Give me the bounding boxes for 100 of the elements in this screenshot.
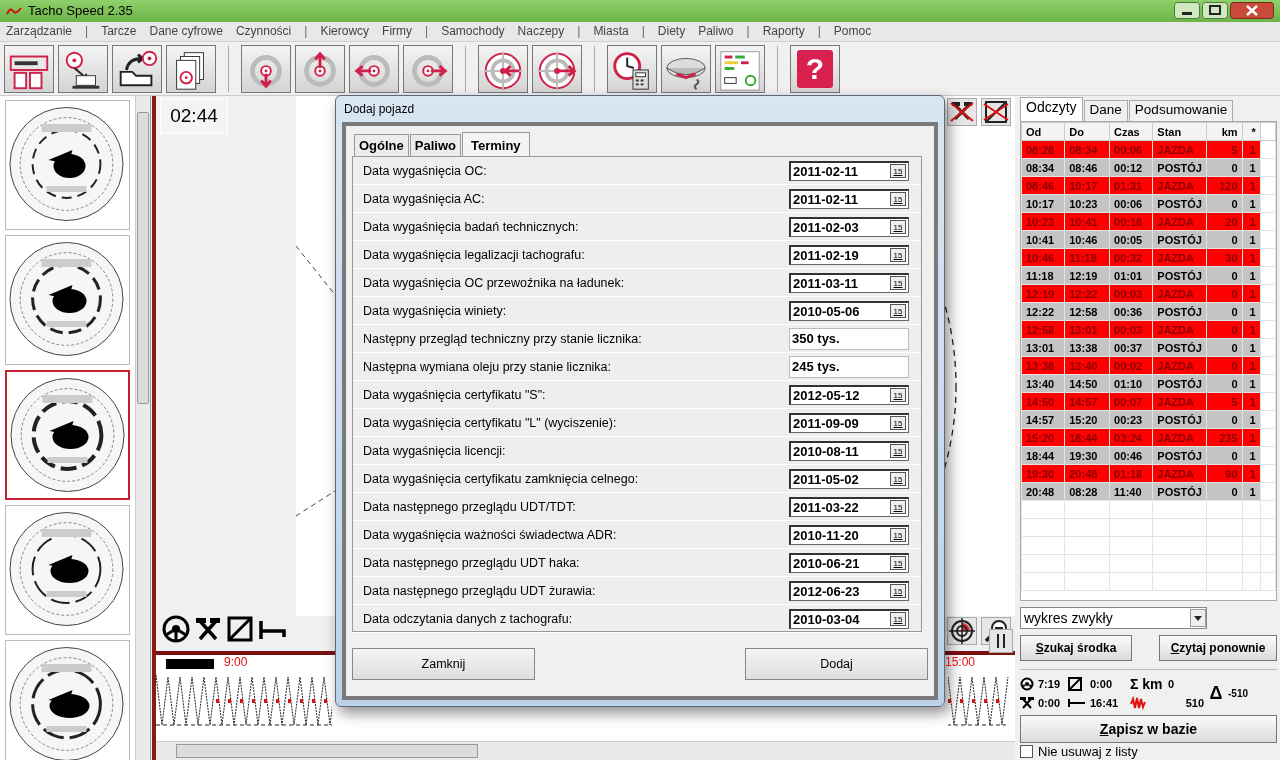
vertical-scrollbar[interactable] <box>135 96 150 760</box>
hammers-icon[interactable] <box>194 615 222 643</box>
field-label: Data wygaśnięcia legalizacji tachografu: <box>363 247 585 262</box>
tab[interactable]: Ogólne <box>354 134 409 156</box>
menu-item[interactable]: Zarządzanie <box>6 24 73 39</box>
menu-item[interactable]: Kierowcy <box>320 24 370 39</box>
calendar-button[interactable]: 15 <box>890 276 906 290</box>
date-value: 2011-09-09 <box>793 415 859 431</box>
date-value: 2011-03-11 <box>793 275 859 291</box>
date-field[interactable]: 2011-02-11 15 <box>789 160 909 181</box>
search-center-button[interactable]: Szukaj środka <box>1020 635 1132 661</box>
calendar-button[interactable]: 15 <box>890 220 906 234</box>
menu-item[interactable]: Samochody <box>441 24 505 39</box>
input-field[interactable]: 245 tys. <box>789 355 909 378</box>
work-time: 0:00 <box>1038 697 1062 709</box>
tab[interactable]: Terminy <box>461 132 530 156</box>
target-icon[interactable] <box>949 618 975 644</box>
calendar-button[interactable]: 15 <box>890 192 906 206</box>
crossed-box-icon[interactable] <box>226 615 254 643</box>
calendar-button[interactable]: 15 <box>890 528 906 542</box>
menu-item[interactable]: Firmy <box>382 24 413 39</box>
horizontal-scrollbar[interactable] <box>156 741 1015 760</box>
help-button[interactable]: ? <box>790 44 840 93</box>
field-label: Data następnego przeglądu UDT/TDT: <box>363 499 576 514</box>
date-field[interactable]: 2011-02-11 15 <box>789 188 909 209</box>
calendar-button[interactable]: 15 <box>890 388 906 402</box>
pause-button[interactable] <box>989 629 1013 653</box>
close-button[interactable]: Zamknij <box>352 648 535 680</box>
tab[interactable]: Podsumowanie <box>1128 100 1234 121</box>
column-header: Od <box>1021 122 1065 141</box>
calendar-button[interactable]: 15 <box>890 500 906 514</box>
field-label: Data następnego przeglądu UDT haka: <box>363 555 580 570</box>
checkbox[interactable] <box>1020 745 1033 758</box>
date-value: 2012-05-12 <box>793 387 860 403</box>
input-field[interactable]: 350 tys. <box>789 327 909 350</box>
minimize-icon[interactable] <box>1174 2 1200 20</box>
column-header: Do <box>1064 122 1110 141</box>
tab[interactable]: Odczyty <box>1020 97 1083 121</box>
distance-label: Σ km <box>1130 676 1164 692</box>
column-header: km <box>1206 122 1243 141</box>
driving-time: 7:19 <box>1038 678 1062 690</box>
date-field[interactable]: 2012-05-12 15 <box>789 384 909 405</box>
menu-item[interactable]: Czynności <box>235 24 292 39</box>
tab[interactable]: Paliwo <box>409 134 461 156</box>
field-label: Data wygaśnięcia badań technicznych: <box>363 219 579 234</box>
date-value: 2010-06-21 <box>793 555 860 571</box>
calendar-button[interactable]: 15 <box>890 556 906 570</box>
date-field[interactable]: 2012-06-23 15 <box>789 580 909 601</box>
calendar-button[interactable]: 15 <box>890 248 906 262</box>
time-label: 9:00 <box>224 655 248 669</box>
waveform-icon <box>1130 696 1146 710</box>
close-icon[interactable] <box>1230 2 1274 20</box>
date-field[interactable]: 2010-06-21 15 <box>789 552 909 573</box>
date-field[interactable]: 2011-03-11 15 <box>789 272 909 293</box>
calendar-button[interactable]: 15 <box>890 444 906 458</box>
menu-item[interactable]: Dane cyfrowe <box>149 24 223 39</box>
date-field[interactable]: 2010-05-06 15 <box>789 300 909 321</box>
field-label: Następny przegląd techniczny przy stanie licznika: <box>363 331 642 346</box>
tab[interactable]: Dane <box>1083 100 1128 121</box>
date-value: 2011-02-11 <box>793 191 859 207</box>
reread-button[interactable]: Czytaj ponownie <box>1159 635 1277 661</box>
date-field[interactable]: 2011-02-03 15 <box>789 216 909 237</box>
date-field[interactable]: 2011-09-09 15 <box>789 412 909 433</box>
add-button[interactable]: Dodaj <box>745 648 928 680</box>
delta-label: Δ <box>1208 682 1224 704</box>
calendar-button[interactable]: 15 <box>890 416 906 430</box>
steering-wheel-icon[interactable] <box>162 615 190 643</box>
date-field[interactable]: 2010-03-04 15 <box>789 608 909 629</box>
date-value: 2011-02-03 <box>793 219 859 235</box>
date-field[interactable]: 2011-03-22 15 <box>789 496 909 517</box>
calendar-button[interactable]: 15 <box>890 584 906 598</box>
date-value: 2011-05-02 <box>793 471 859 487</box>
field-label: Data odczytania danych z tachografu: <box>363 611 573 626</box>
field-label: Data następnego przeglądu UDT żurawia: <box>363 583 596 598</box>
date-field[interactable]: 2010-11-20 15 <box>789 524 909 545</box>
field-label: Data wygaśnięcia certyfikatu "S": <box>363 387 546 402</box>
chart-type-dropdown[interactable]: wykres zwykły <box>1020 607 1207 629</box>
menu-item[interactable]: Pomoc <box>833 24 872 39</box>
menu-item[interactable]: Paliwo <box>698 24 734 39</box>
crossed-out-hammers-icon[interactable] <box>949 99 975 125</box>
crossed-out-box-icon[interactable] <box>983 99 1009 125</box>
menu-separator: | <box>746 24 750 39</box>
menu-item[interactable]: Tarcze <box>101 24 137 39</box>
save-button[interactable]: Zapisz w bazie <box>1020 715 1277 743</box>
time-label: 15:00 <box>944 655 975 669</box>
calendar-button[interactable]: 15 <box>890 304 906 318</box>
menu-item[interactable]: Raporty <box>762 24 805 39</box>
date-field[interactable]: 2010-08-11 15 <box>789 440 909 461</box>
date-value: 2010-08-11 <box>793 443 859 459</box>
menu-separator: | <box>641 24 645 39</box>
date-field[interactable]: 2011-05-02 15 <box>789 468 909 489</box>
menu-item[interactable]: Miasta <box>593 24 629 39</box>
calendar-button[interactable]: 15 <box>890 612 906 626</box>
restore-icon[interactable] <box>1202 2 1228 20</box>
column-header: Czas <box>1109 122 1153 141</box>
calendar-button[interactable]: 15 <box>890 164 906 178</box>
menu-item[interactable]: Diety <box>657 24 686 39</box>
menu-item[interactable]: Naczepy <box>517 24 565 39</box>
calendar-button[interactable]: 15 <box>890 472 906 486</box>
date-field[interactable]: 2011-02-19 15 <box>789 244 909 265</box>
